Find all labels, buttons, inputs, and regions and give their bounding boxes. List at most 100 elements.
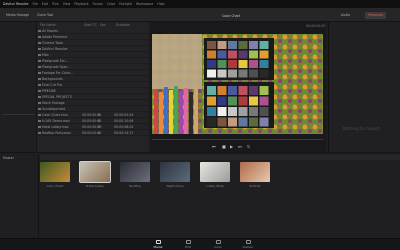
col-header-fps[interactable]: Fps — [100, 23, 116, 27]
clip-thumbnail-label: Night Drive — [166, 184, 184, 188]
page-tab-media[interactable]: Media — [146, 240, 170, 249]
bin-name: DaVinci Resolve — [42, 46, 68, 51]
clip-thumbnail[interactable] — [120, 162, 150, 182]
bin-name-cell: Cinema Tools — [38, 41, 82, 45]
bin-name-cell: Pixelgrade Ext... — [38, 59, 82, 63]
media-storage-button[interactable]: Media Storage — [3, 12, 32, 19]
color-swatch — [249, 60, 258, 68]
bin-name: Pixelgrade Spec... — [42, 64, 71, 69]
start-cell: 00:00:00:00 — [82, 130, 102, 135]
col-header-duration[interactable]: Duration — [116, 23, 142, 27]
bin-name-cell: Adobe Premiere — [38, 35, 82, 39]
color-swatch — [238, 96, 248, 106]
sidebar-divider — [2, 114, 35, 115]
color-swatch — [238, 41, 248, 49]
menu-item-9[interactable]: Workspace — [136, 2, 153, 6]
clip-thumbnail-label: Hotel Lobby — [86, 184, 104, 188]
clone-tool-button[interactable]: Clone Tool — [34, 12, 56, 19]
page-tab-deliver[interactable]: Deliver — [236, 240, 260, 249]
start-cell: 00:00:00:00 — [82, 112, 102, 117]
audio-button[interactable]: Audio — [338, 12, 353, 19]
bin-name-cell: SPECIAL PROJECTS — [38, 95, 82, 99]
color-swatch — [238, 69, 248, 78]
loop-icon[interactable]: ↻ — [247, 144, 250, 149]
color-swatch — [228, 86, 237, 95]
bin-name: Cinema Tools — [42, 40, 64, 45]
skip-forward-icon[interactable]: ⏭ — [238, 144, 242, 149]
clip-thumbnail[interactable] — [40, 162, 70, 182]
color-swatch — [249, 107, 258, 116]
col-header-name[interactable]: File Name — [40, 23, 84, 27]
bin-name: Hotel Lobby.mov — [42, 124, 69, 129]
page-tab-color[interactable]: Color — [206, 240, 230, 249]
color-swatch — [217, 41, 227, 49]
menu-item-2[interactable]: Edit — [42, 2, 48, 6]
clip-thumbnail[interactable] — [200, 162, 230, 182]
bin-name-cell: Uncategorized — [38, 107, 82, 111]
fps-cell: 0 — [98, 130, 101, 135]
viewer-image — [152, 34, 323, 134]
color-swatch — [228, 117, 237, 127]
bin-name-cell: DaVinci Resolve — [38, 47, 82, 51]
list-item[interactable]: Rooftop Party.mov 00:00:00:00 0 00:00:14:17 — [38, 130, 148, 136]
color-swatch — [228, 50, 237, 59]
bin-name-cell: H.265 Demo.mov — [38, 119, 82, 123]
page-tab-edit[interactable]: Edit — [176, 240, 200, 249]
stop-icon[interactable]: ■ — [222, 144, 226, 149]
color-swatch — [217, 60, 227, 68]
color-checker-top — [204, 38, 274, 80]
menu-item-0[interactable]: DaVinci Resolve — [3, 2, 28, 6]
menu-item-6[interactable]: Fusion — [93, 2, 103, 6]
folder-icon — [38, 59, 41, 62]
skip-back-icon[interactable]: ⏮ — [212, 144, 216, 149]
start-cell: 00:00:00:00 — [82, 118, 102, 123]
color-swatch — [249, 96, 258, 106]
fps-cell: 0 — [98, 112, 101, 117]
color-swatch — [249, 50, 258, 59]
menu-item-1[interactable]: File — [32, 2, 37, 6]
start-cell: 00:00:00:00 — [82, 124, 102, 129]
folder-icon — [38, 77, 41, 80]
color-swatch — [207, 41, 216, 49]
master-bin-label[interactable]: Master — [3, 156, 14, 160]
folder-icon — [38, 89, 41, 92]
clip-thumbnail[interactable] — [160, 162, 190, 182]
color-swatch — [259, 60, 269, 68]
col-header-start[interactable]: Start TC — [84, 23, 100, 27]
clip-thumbnail-label: Lobby Wide — [206, 184, 224, 188]
clip-thumbnail[interactable] — [240, 162, 270, 182]
folder-icon — [38, 35, 41, 38]
menu-item-10[interactable]: Help — [157, 2, 164, 6]
folder-icon — [38, 101, 41, 104]
metadata-button[interactable]: Metadata — [365, 12, 387, 19]
menu-item-8[interactable]: Fairlight — [119, 2, 132, 6]
color-swatch — [228, 96, 237, 106]
bin-name: H.265 Demo.mov — [42, 118, 70, 123]
menu-item-3[interactable]: Trim — [52, 2, 59, 6]
pool-divider — [38, 154, 39, 238]
menu-item-5[interactable]: Playback — [74, 2, 88, 6]
clip-thumbnail-label: Rooftop — [129, 184, 141, 188]
clip-thumbnail-label: Portrait — [249, 184, 261, 188]
bin-name-cell: Backgrounds — [38, 77, 82, 81]
color-swatch — [217, 117, 227, 127]
bin-list: All Movies Adobe Premiere Cinema Tools DaVi… — [38, 28, 148, 146]
menu-item-7[interactable]: Color — [107, 2, 115, 6]
folder-icon — [38, 107, 41, 110]
scrubber-bar[interactable] — [152, 139, 324, 140]
color-swatch — [238, 60, 248, 68]
clip-thumbnails: Color Chart Hotel Lobby Rooftop Night Drive… — [40, 161, 330, 198]
duration-cell: 00:00:10:08 — [114, 118, 134, 123]
color-swatch — [228, 107, 237, 116]
color-swatch — [217, 96, 227, 106]
folder-icon — [38, 41, 41, 44]
play-icon[interactable]: ▶ — [230, 144, 233, 149]
color-checker-bottom — [204, 82, 274, 128]
bin-list-header: File Name Start TC Fps Duration — [40, 23, 148, 27]
color-swatch — [259, 96, 269, 106]
color-swatch — [207, 107, 216, 116]
bin-name: SPECIAL PROJECTS — [42, 94, 72, 99]
clip-thumbnail[interactable] — [79, 161, 111, 183]
menu-item-4[interactable]: View — [63, 2, 71, 6]
color-swatch — [207, 96, 216, 106]
